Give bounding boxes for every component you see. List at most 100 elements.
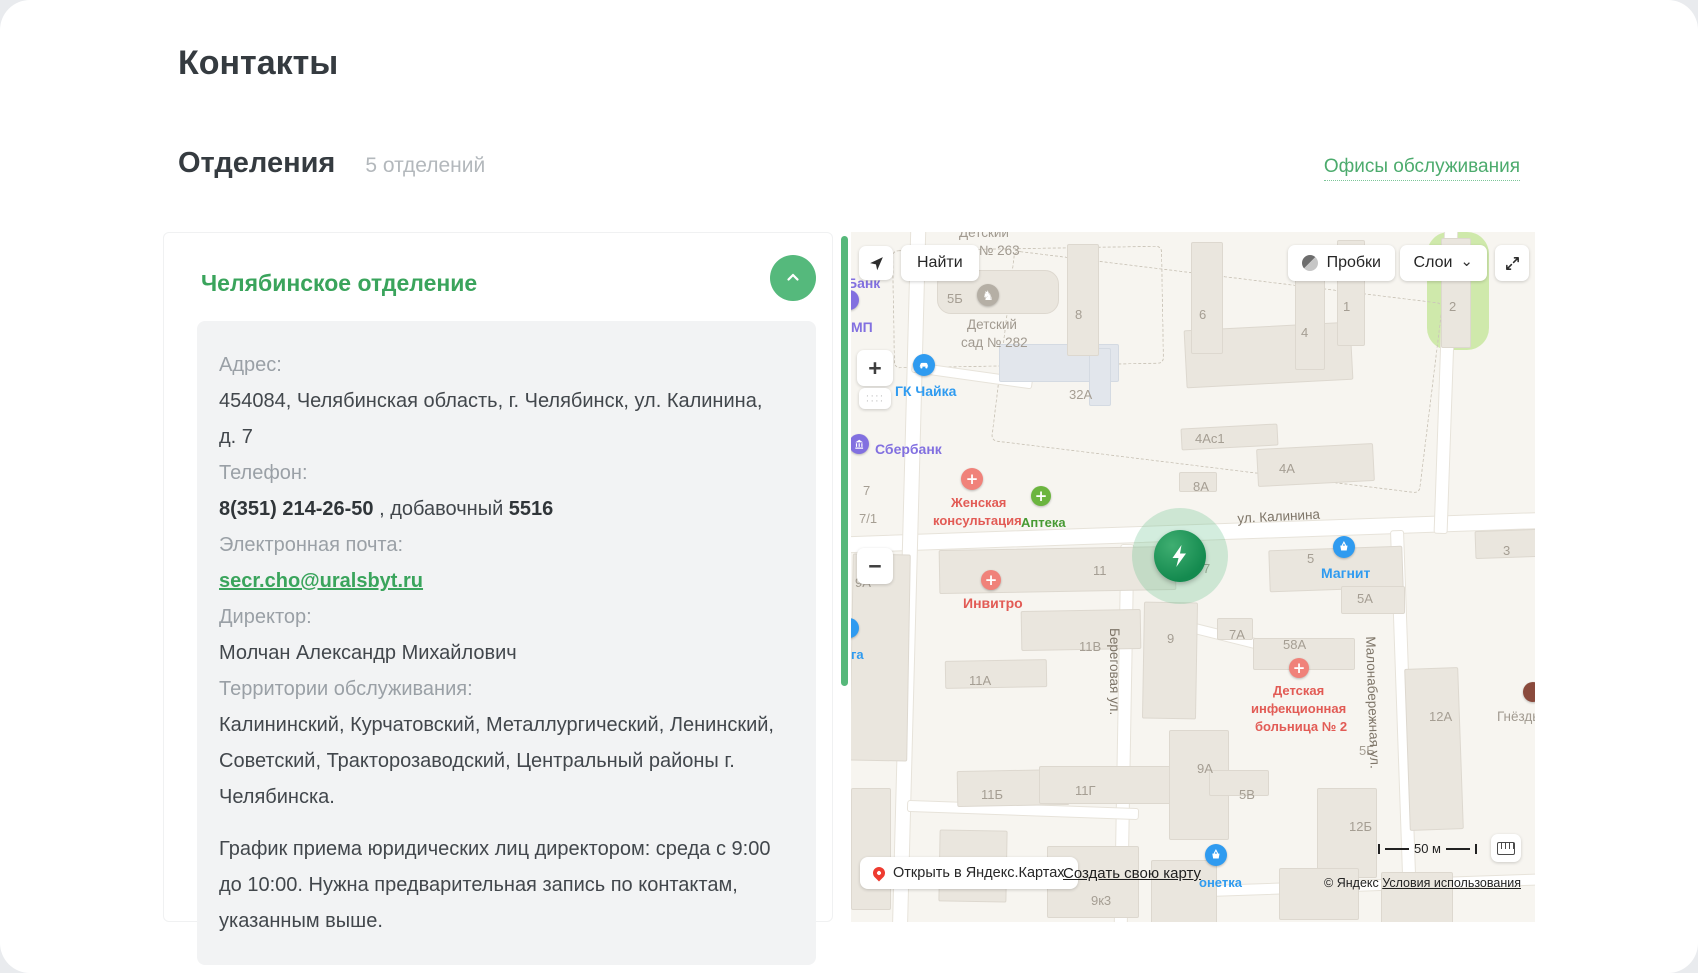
list-scrollbar-thumb[interactable] xyxy=(841,236,848,686)
hospital-icon[interactable]: + xyxy=(1289,658,1309,678)
traffic-button[interactable]: Пробки xyxy=(1288,245,1395,281)
building xyxy=(945,659,1047,689)
building xyxy=(1191,242,1223,354)
map-search-button[interactable]: Найти xyxy=(901,245,979,281)
store-icon[interactable] xyxy=(1205,844,1227,866)
map-label: 7/1 xyxy=(859,510,877,528)
content-row: Челябинское отделение Адрес: 454084, Чел… xyxy=(163,232,1535,922)
building xyxy=(851,788,891,910)
pets-icon[interactable]: ♞ xyxy=(977,284,999,306)
phone-label: Телефон: xyxy=(219,455,776,491)
map-label: 12Б xyxy=(1349,818,1372,836)
map-label: МП xyxy=(851,318,873,336)
map-label: 11А xyxy=(969,672,991,690)
branch-name: Челябинское отделение xyxy=(201,269,816,297)
open-in-yandex-maps-label: Открыть в Яндекс.Картах xyxy=(893,865,1065,881)
map-label: 58А xyxy=(1283,636,1306,654)
map-label: 5А xyxy=(1357,590,1373,608)
map-label: консультация xyxy=(933,512,1022,530)
geolocation-button[interactable] xyxy=(859,246,893,280)
branch-card: Челябинское отделение Адрес: 454084, Чел… xyxy=(163,232,833,922)
map-label: 5Б xyxy=(947,290,963,308)
branch-marker[interactable] xyxy=(1154,530,1206,582)
building xyxy=(1404,667,1464,831)
zoom-in-button[interactable]: + xyxy=(857,350,893,386)
navigator-arrow-icon xyxy=(868,255,885,272)
map-label: 5 xyxy=(1307,550,1314,568)
building xyxy=(1067,244,1099,356)
section-title: Отделения xyxy=(178,144,335,182)
map-label: 9 xyxy=(1167,630,1174,648)
map-label: Детская xyxy=(1273,682,1324,700)
grip-dots-icon: ···· xyxy=(866,399,885,404)
map-label: 11 xyxy=(1093,562,1107,580)
create-map-link[interactable]: Создать свою карту xyxy=(1063,865,1201,882)
map-label: 11Б xyxy=(981,786,1003,804)
section-count: 5 отделений xyxy=(365,154,485,178)
offices-link[interactable]: Офисы обслуживания xyxy=(1324,156,1520,181)
map-label: 4 xyxy=(1301,324,1308,342)
map-label: 1 xyxy=(1343,298,1350,316)
clinic-icon[interactable]: + xyxy=(961,468,983,490)
map-label: 8 xyxy=(1075,306,1082,324)
fullscreen-button[interactable] xyxy=(1495,245,1529,281)
map-label: 4Ас1 xyxy=(1195,430,1225,448)
address-label: Адрес: xyxy=(219,347,776,383)
map-label: 7 xyxy=(863,482,870,500)
ruler-icon xyxy=(1497,842,1515,855)
phone-extension: 5516 xyxy=(509,498,554,520)
copyright-text: © Яндекс xyxy=(1324,876,1382,890)
phone-separator: , добавочный xyxy=(374,498,509,520)
poi-icon[interactable] xyxy=(851,290,859,310)
section-header: Отделения 5 отделений Офисы обслуживания xyxy=(178,144,1520,182)
map-label: 11В xyxy=(1079,638,1101,656)
terms-link[interactable]: Условия использования xyxy=(1382,876,1521,890)
store-icon[interactable] xyxy=(1333,536,1355,558)
map-label: больница № 2 xyxy=(1255,718,1347,736)
map-label: 5В xyxy=(1239,786,1255,804)
map-label: 4А xyxy=(1279,460,1295,478)
scale-line xyxy=(1446,848,1470,850)
map-label: 11Г xyxy=(1075,782,1096,800)
map-label: Аптека xyxy=(1021,514,1066,532)
yandex-map[interactable]: Детскийсад № 263Детскийсад № 2825Б861423… xyxy=(851,232,1535,922)
ruler-button[interactable] xyxy=(1491,834,1521,862)
map-label: Сбербанк xyxy=(875,440,942,458)
phone-value: 8(351) 214-26-50 , добавочный 5516 xyxy=(219,491,776,527)
phone-number: 8(351) 214-26-50 xyxy=(219,498,374,520)
zoom-slider-handle[interactable]: ········ xyxy=(859,388,891,409)
map-label: 6 xyxy=(1199,306,1206,324)
building xyxy=(1256,443,1375,487)
map-label: 3 xyxy=(1503,542,1510,560)
map-label: онетка xyxy=(1199,874,1242,892)
map-label: Женская xyxy=(951,494,1006,512)
bank-icon[interactable] xyxy=(851,434,869,454)
map-label: Детский xyxy=(967,316,1017,334)
layers-label: Слои xyxy=(1414,254,1453,272)
map-label: Детский xyxy=(959,232,1009,242)
map-label: га xyxy=(851,646,864,664)
building xyxy=(1341,586,1405,614)
email-link[interactable]: secr.cho@uralsbyt.ru xyxy=(219,570,423,592)
map-label: 8А xyxy=(1193,478,1209,496)
director-value: Молчан Александр Михайлович xyxy=(219,635,776,671)
clinic-icon[interactable]: + xyxy=(981,570,1001,590)
poi-icon[interactable] xyxy=(1523,682,1535,702)
collapse-button[interactable] xyxy=(770,255,816,301)
zoom-out-button[interactable]: − xyxy=(857,548,893,584)
list-scroll-track xyxy=(833,232,851,922)
open-in-yandex-maps-button[interactable]: Открыть в Яндекс.Картах xyxy=(860,857,1078,889)
pharmacy-icon[interactable]: + xyxy=(1031,486,1051,506)
map-label: Магнит xyxy=(1321,564,1370,582)
map-label: 9А xyxy=(1197,760,1213,778)
car-service-icon[interactable] xyxy=(913,354,935,376)
map-scale: 50 м xyxy=(1378,841,1477,856)
building xyxy=(1039,766,1173,804)
layers-button[interactable]: Слои ⌄ xyxy=(1400,245,1487,281)
map-label: Инвитро xyxy=(963,594,1023,612)
map-label: Малонабережная ул. xyxy=(1361,636,1384,769)
chevron-up-icon xyxy=(784,269,802,287)
chevron-down-icon: ⌄ xyxy=(1460,252,1473,270)
building xyxy=(1142,602,1198,720)
scale-tick xyxy=(1475,844,1477,854)
